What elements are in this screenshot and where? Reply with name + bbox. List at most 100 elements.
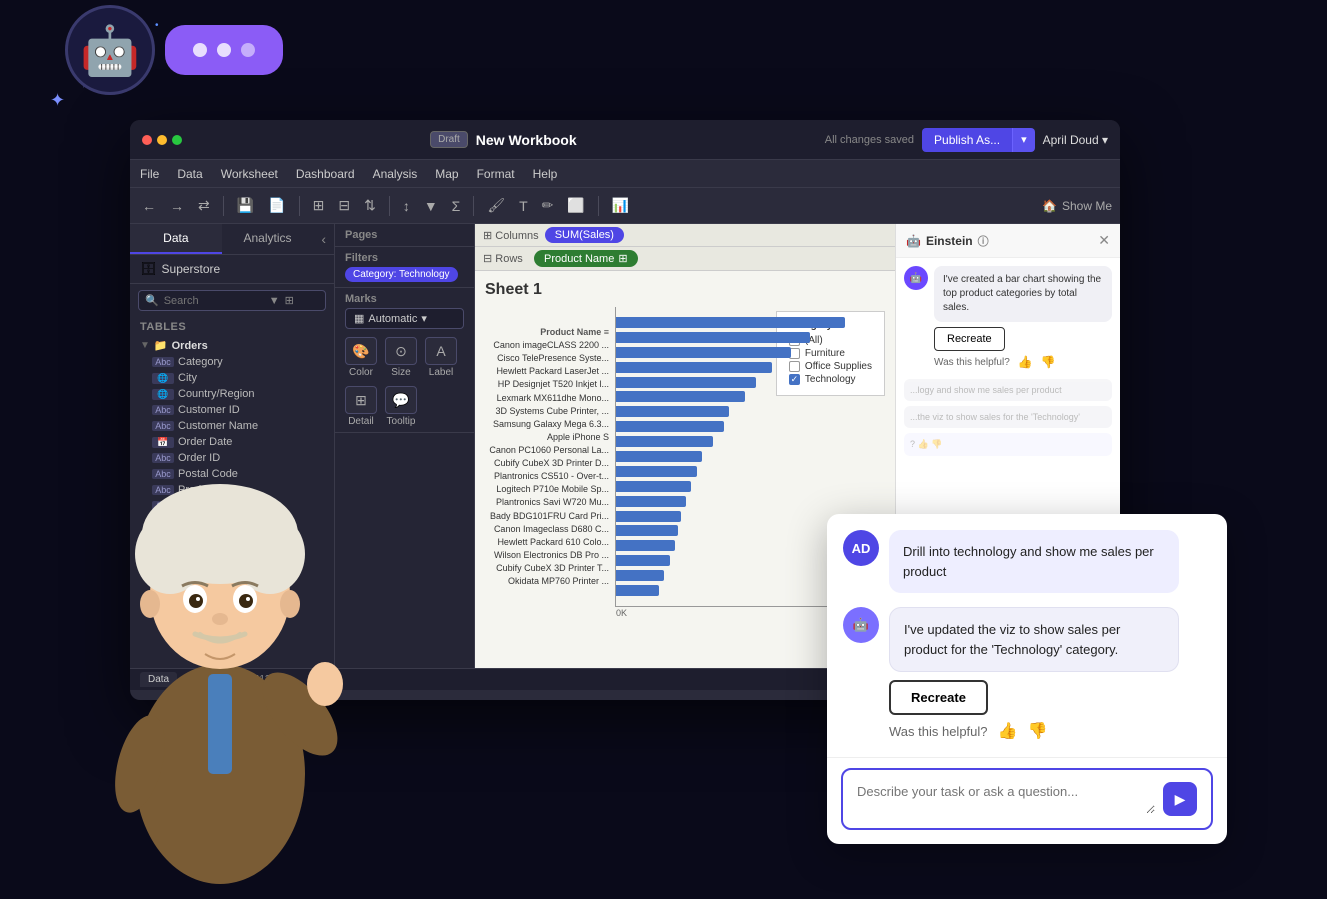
bar-4[interactable] [616,377,756,388]
orderdate-label: Order Date [178,436,232,448]
publish-main-button[interactable]: Publish As... [922,128,1012,152]
tree-item-product-id[interactable]: Abc Product ID [130,482,334,498]
bar-14[interactable] [616,525,678,536]
postalcode-type: Abc [152,469,174,479]
menu-worksheet[interactable]: Worksheet [221,167,278,181]
tooltip-control[interactable]: 💬 Tooltip [385,386,417,427]
toolbar-sum[interactable]: Σ [448,195,465,217]
einstein-info-icon[interactable]: ⓘ [978,233,989,249]
ai-chat-avatar: 🤖 [843,607,879,643]
search-input[interactable] [164,295,264,307]
filter-icon[interactable]: ▼ [269,295,280,307]
tree-item-city[interactable]: 🌐 City [130,370,334,386]
chat-send-btn[interactable]: ▶ [1163,782,1197,816]
toolbar-rows[interactable]: ⊟ [334,194,354,217]
city-type: 🌐 [152,373,174,384]
orders-expand-icon[interactable]: ▼ [140,340,150,351]
columns-pill[interactable]: SUM(Sales) [545,227,624,243]
bar-2[interactable] [616,347,791,358]
recreate-btn-1[interactable]: Recreate [934,327,1005,351]
bar-18[interactable] [616,585,659,596]
bar-6[interactable] [616,406,729,417]
menu-analysis[interactable]: Analysis [373,167,418,181]
menu-help[interactable]: Help [533,167,558,181]
chat-recreate-btn[interactable]: Recreate [889,680,988,715]
toolbar-back[interactable]: ← [138,195,160,217]
panel-close-btn[interactable]: ‹ [313,224,334,254]
bar-3[interactable] [616,362,772,373]
menu-data[interactable]: Data [177,167,202,181]
bar-8[interactable] [616,436,713,447]
toolbar-forward[interactable]: → [166,195,188,217]
toolbar-edit[interactable]: ✏ [538,194,558,217]
bar-7[interactable] [616,421,724,432]
menu-file[interactable]: File [140,167,159,181]
toolbar-text[interactable]: T [515,195,532,217]
close-window-btn[interactable] [142,135,152,145]
data-tab[interactable]: Data [140,672,177,687]
toolbar-columns[interactable]: ⊞ [309,194,329,217]
menu-dashboard[interactable]: Dashboard [296,167,355,181]
bar-row-0 [616,316,885,328]
menu-format[interactable]: Format [477,167,515,181]
tab-data[interactable]: Data [130,224,222,254]
color-control[interactable]: 🎨 Color [345,337,377,378]
show-me-button[interactable]: 🏠 Show Me [1042,199,1112,213]
bar-13[interactable] [616,511,681,522]
tree-item-category[interactable]: Abc Category [130,354,334,370]
toolbar-viz[interactable]: 📊 [608,194,633,217]
tree-item-postal-code[interactable]: Abc Postal Code [130,466,334,482]
tree-item-reg[interactable]: Abc Reg... [130,514,334,530]
bar-11[interactable] [616,481,691,492]
publish-arrow-button[interactable]: ▾ [1012,128,1035,152]
minimize-window-btn[interactable] [157,135,167,145]
filter-grid-icon[interactable]: ⊞ [285,294,294,307]
tables-header: Tables [130,317,334,337]
toolbar-new[interactable]: 📄 [264,194,289,217]
label-control[interactable]: A Label [425,337,457,378]
product-label: Product ... [178,500,228,512]
chat-input-area: ▶ [827,757,1227,844]
menu-map[interactable]: Map [435,167,458,181]
toolbar-sort[interactable]: ↕ [399,195,414,217]
bar-label-18: Okidata MP760 Printer ... [485,576,615,587]
maximize-window-btn[interactable] [172,135,182,145]
tree-item-customer-id[interactable]: Abc Customer ID [130,402,334,418]
thumbs-up-1[interactable]: 👍 [1018,355,1033,369]
toolbar-save[interactable]: 💾 [233,194,258,217]
chat-textarea[interactable] [857,784,1155,814]
toolbar-highlight[interactable]: 🖌 [483,194,509,217]
detail-control[interactable]: ⊞ Detail [345,386,377,427]
size-control[interactable]: ⊙ Size [385,337,417,378]
bar-0[interactable] [616,317,845,328]
toolbar-swap[interactable]: ⇅ [360,194,380,217]
tree-item-order-id[interactable]: Abc Order ID [130,450,334,466]
filter-chip[interactable]: Category: Technology [345,267,458,282]
tree-item-country[interactable]: 🌐 Country/Region [130,386,334,402]
thumbs-down-1[interactable]: 👎 [1041,355,1056,369]
toolbar-filter[interactable]: ▼ [420,195,442,217]
toolbar-redo[interactable]: ⇄ [194,194,214,217]
tree-item-order-date[interactable]: 📅 Order Date [130,434,334,450]
tree-item-customer-name[interactable]: Abc Customer Name [130,418,334,434]
user-menu[interactable]: April Doud ▾ [1043,133,1108,147]
chat-thumbs-down[interactable]: 👎 [1027,721,1047,741]
bar-10[interactable] [616,466,697,477]
rows-pill[interactable]: Product Name ⊞ [534,250,638,267]
bar-12[interactable] [616,496,686,507]
marks-type-dropdown[interactable]: ▦ Automatic ▾ [345,308,464,329]
bg-message-3: ? 👍 👎 [904,433,1112,456]
publish-button-group[interactable]: Publish As... ▾ [922,128,1035,152]
bar-1[interactable] [616,332,810,343]
tree-item-orders[interactable]: ▼ 📁 Orders [130,337,334,354]
chat-thumbs-up[interactable]: 👍 [998,721,1018,741]
tab-analytics[interactable]: Analytics [222,224,314,254]
einstein-panel-close[interactable]: ✕ [1098,232,1110,249]
bar-15[interactable] [616,540,675,551]
tree-item-product[interactable]: Abc Product ... [130,498,334,514]
bar-16[interactable] [616,555,670,566]
bar-9[interactable] [616,451,702,462]
bar-5[interactable] [616,391,745,402]
toolbar-frame[interactable]: ⬜ [563,194,588,217]
bar-17[interactable] [616,570,664,581]
